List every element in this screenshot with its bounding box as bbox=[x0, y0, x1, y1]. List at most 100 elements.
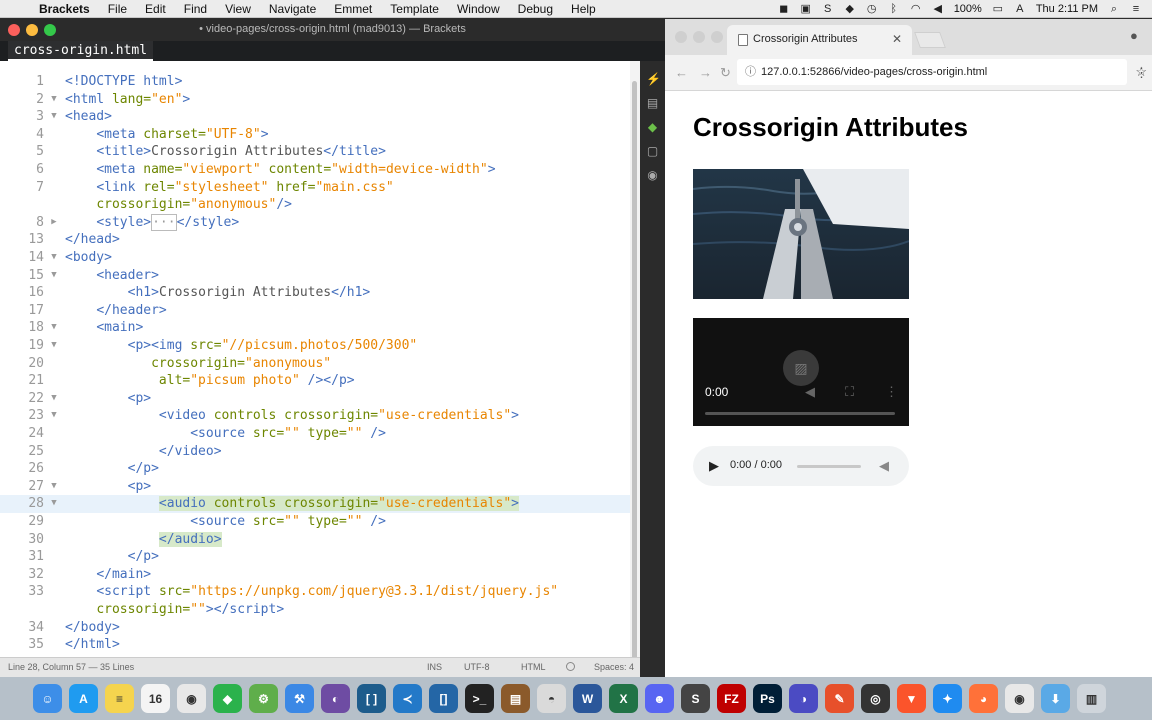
menu-app-name[interactable]: Brackets bbox=[30, 2, 99, 16]
dock-trash-icon[interactable]: ▥ bbox=[1077, 684, 1106, 713]
git-icon[interactable]: ◆ bbox=[646, 121, 659, 134]
menu-debug[interactable]: Debug bbox=[509, 2, 562, 16]
code-line[interactable]: 13 </head> bbox=[0, 231, 630, 249]
media-icon[interactable]: ▣ bbox=[800, 3, 812, 15]
close-window-button[interactable] bbox=[8, 24, 20, 36]
extension-manager-icon[interactable]: ▤ bbox=[646, 97, 659, 110]
fold-toggle-icon[interactable]: ▼ bbox=[48, 319, 60, 337]
dock-excel-icon[interactable]: X bbox=[609, 684, 638, 713]
volume-icon[interactable]: ◀ bbox=[932, 3, 944, 15]
fold-toggle-icon[interactable]: ▼ bbox=[48, 407, 60, 425]
dock-safari-icon[interactable]: ✦ bbox=[933, 684, 962, 713]
live-preview-icon[interactable]: ⚡ bbox=[646, 73, 661, 86]
editor-scrollbar-thumb[interactable] bbox=[632, 81, 637, 661]
encoding-select[interactable]: UTF-8 bbox=[464, 662, 490, 672]
code-line[interactable]: 29 <source src="" type="" /> bbox=[0, 513, 630, 531]
menu-window[interactable]: Window bbox=[448, 2, 509, 16]
fold-toggle-icon[interactable]: ▶ bbox=[48, 214, 60, 232]
profile-icon[interactable]: ● bbox=[1130, 28, 1138, 43]
code-line[interactable]: 27 ▼ <p> bbox=[0, 478, 630, 496]
code-line[interactable]: 25 </video> bbox=[0, 443, 630, 461]
code-line[interactable]: 24 <source src="" type="" /> bbox=[0, 425, 630, 443]
code-line[interactable]: 16 <h1>Crossorigin Attributes</h1> bbox=[0, 284, 630, 302]
code-line[interactable]: 32 </main> bbox=[0, 566, 630, 584]
menu-emmet[interactable]: Emmet bbox=[325, 2, 381, 16]
code-line[interactable]: crossorigin=""></script> bbox=[0, 601, 630, 619]
file-tab-cross-origin[interactable]: cross-origin.html bbox=[8, 41, 154, 61]
audio-progress-bar[interactable] bbox=[797, 465, 861, 468]
dock-brackets-icon[interactable]: [] bbox=[429, 684, 458, 713]
menu-template[interactable]: Template bbox=[381, 2, 448, 16]
code-line[interactable]: 17 </header> bbox=[0, 302, 630, 320]
menu-file[interactable]: File bbox=[99, 2, 136, 16]
video-progress-bar[interactable] bbox=[705, 412, 895, 415]
spotlight-search-icon[interactable]: ⌕ bbox=[1108, 3, 1120, 15]
video-player[interactable]: ▨ 0:00 ◀ ⛶ ⋮ bbox=[693, 318, 909, 426]
dock-sublime-icon[interactable]: S bbox=[681, 684, 710, 713]
address-bar[interactable]: ⓘ 127.0.0.1:52866/video-pages/cross-orig… bbox=[737, 59, 1147, 85]
dock-photoshop-icon[interactable]: Ps bbox=[753, 684, 782, 713]
code-line[interactable]: 28 ▼ <audio controls crossorigin="use-cre… bbox=[0, 495, 630, 513]
dock-obs-icon[interactable]: ◎ bbox=[861, 684, 890, 713]
audio-volume-icon[interactable]: ◀ bbox=[879, 458, 889, 474]
dock-chrome-dev-icon[interactable]: ⚙ bbox=[249, 684, 278, 713]
code-line[interactable]: 22 ▼ <p> bbox=[0, 390, 630, 408]
fold-toggle-icon[interactable]: ▼ bbox=[48, 495, 60, 513]
code-line[interactable]: 23 ▼ <video controls crossorigin="use-cre… bbox=[0, 407, 630, 425]
dock-xcode-icon[interactable]: ⚒ bbox=[285, 684, 314, 713]
wifi-icon[interactable]: ◠ bbox=[910, 3, 922, 15]
insert-mode-indicator[interactable]: INS bbox=[427, 662, 442, 672]
code-line[interactable]: 4 <meta charset="UTF-8"> bbox=[0, 126, 630, 144]
dropbox-icon[interactable]: ◆ bbox=[844, 3, 856, 15]
linting-status-icon[interactable] bbox=[566, 662, 575, 671]
menu-find[interactable]: Find bbox=[175, 2, 216, 16]
dock-chrome-icon[interactable]: ◉ bbox=[177, 684, 206, 713]
dock-github-desktop-icon[interactable]: ◐ bbox=[321, 684, 350, 713]
code-line[interactable]: 19 ▼ <p><img src="//picsum.photos/500/300… bbox=[0, 337, 630, 355]
screen-record-icon[interactable]: ◼ bbox=[778, 3, 790, 15]
menu-edit[interactable]: Edit bbox=[136, 2, 175, 16]
fold-toggle-icon[interactable]: ▼ bbox=[48, 91, 60, 109]
chrome-minimize-window-button[interactable] bbox=[693, 31, 705, 43]
dock-firefox-icon[interactable]: ◕ bbox=[969, 684, 998, 713]
back-icon[interactable]: ← bbox=[675, 65, 688, 80]
dock-calendar-icon[interactable]: 16 bbox=[141, 684, 170, 713]
page-info-icon[interactable]: ⓘ bbox=[745, 59, 756, 85]
dock-notes-icon[interactable]: ≡ bbox=[105, 684, 134, 713]
language-select[interactable]: HTML bbox=[521, 662, 546, 672]
dock-discord-icon[interactable]: ☻ bbox=[645, 684, 674, 713]
code-line[interactable]: 5 <title>Crossorigin Attributes</title> bbox=[0, 143, 630, 161]
dock-sourcetree-icon[interactable]: ◆ bbox=[213, 684, 242, 713]
forward-icon[interactable]: → bbox=[699, 65, 712, 80]
close-tab-icon[interactable]: ✕ bbox=[892, 32, 902, 46]
code-line[interactable]: 20 crossorigin="anonymous" bbox=[0, 355, 630, 373]
reload-icon[interactable]: ↻ bbox=[720, 65, 731, 81]
lightbulb-icon[interactable]: ◉ bbox=[646, 169, 659, 182]
dock-filezilla-icon[interactable]: FZ bbox=[717, 684, 746, 713]
skype-icon[interactable]: S bbox=[822, 3, 834, 15]
audio-play-icon[interactable]: ▶ bbox=[709, 458, 719, 474]
video-mute-icon[interactable]: ◀ bbox=[805, 384, 815, 400]
dock-app-store-icon[interactable]: A bbox=[69, 684, 98, 713]
code-line[interactable]: 15 ▼ <header> bbox=[0, 267, 630, 285]
code-line[interactable]: 2 ▼ <html lang="en"> bbox=[0, 91, 630, 109]
dock-books-icon[interactable]: ▤ bbox=[501, 684, 530, 713]
battery-percent[interactable]: 100% bbox=[954, 3, 982, 15]
dock-terminal-icon[interactable]: >_ bbox=[465, 684, 494, 713]
file-tree-icon[interactable]: ▢ bbox=[646, 145, 659, 158]
code-line[interactable]: crossorigin="anonymous"/> bbox=[0, 196, 630, 214]
chrome-zoom-window-button[interactable] bbox=[711, 31, 723, 43]
dock-downloads-icon[interactable]: ⬇ bbox=[1041, 684, 1070, 713]
code-editor[interactable]: 1 <!DOCTYPE html> 2 ▼ <html lang="en"> 3 ▼ <hea… bbox=[0, 61, 630, 657]
code-line[interactable]: 8 ▶ <style>···</style> bbox=[0, 213, 630, 232]
new-tab-button[interactable] bbox=[914, 32, 946, 48]
code-line[interactable]: 26 </p> bbox=[0, 460, 630, 478]
fold-toggle-icon[interactable]: ▼ bbox=[48, 249, 60, 267]
audio-player[interactable]: ▶ 0:00 / 0:00 ◀ bbox=[693, 446, 909, 486]
dock-brackets-dock-icon[interactable]: [ ] bbox=[357, 684, 386, 713]
video-more-icon[interactable]: ⋮ bbox=[885, 384, 898, 400]
menu-view[interactable]: View bbox=[216, 2, 260, 16]
code-line[interactable]: 33 <script src="https://unpkg.com/jquery… bbox=[0, 583, 630, 601]
bluetooth-icon[interactable]: ᛒ bbox=[888, 3, 900, 15]
code-line[interactable]: 1 <!DOCTYPE html> bbox=[0, 73, 630, 91]
